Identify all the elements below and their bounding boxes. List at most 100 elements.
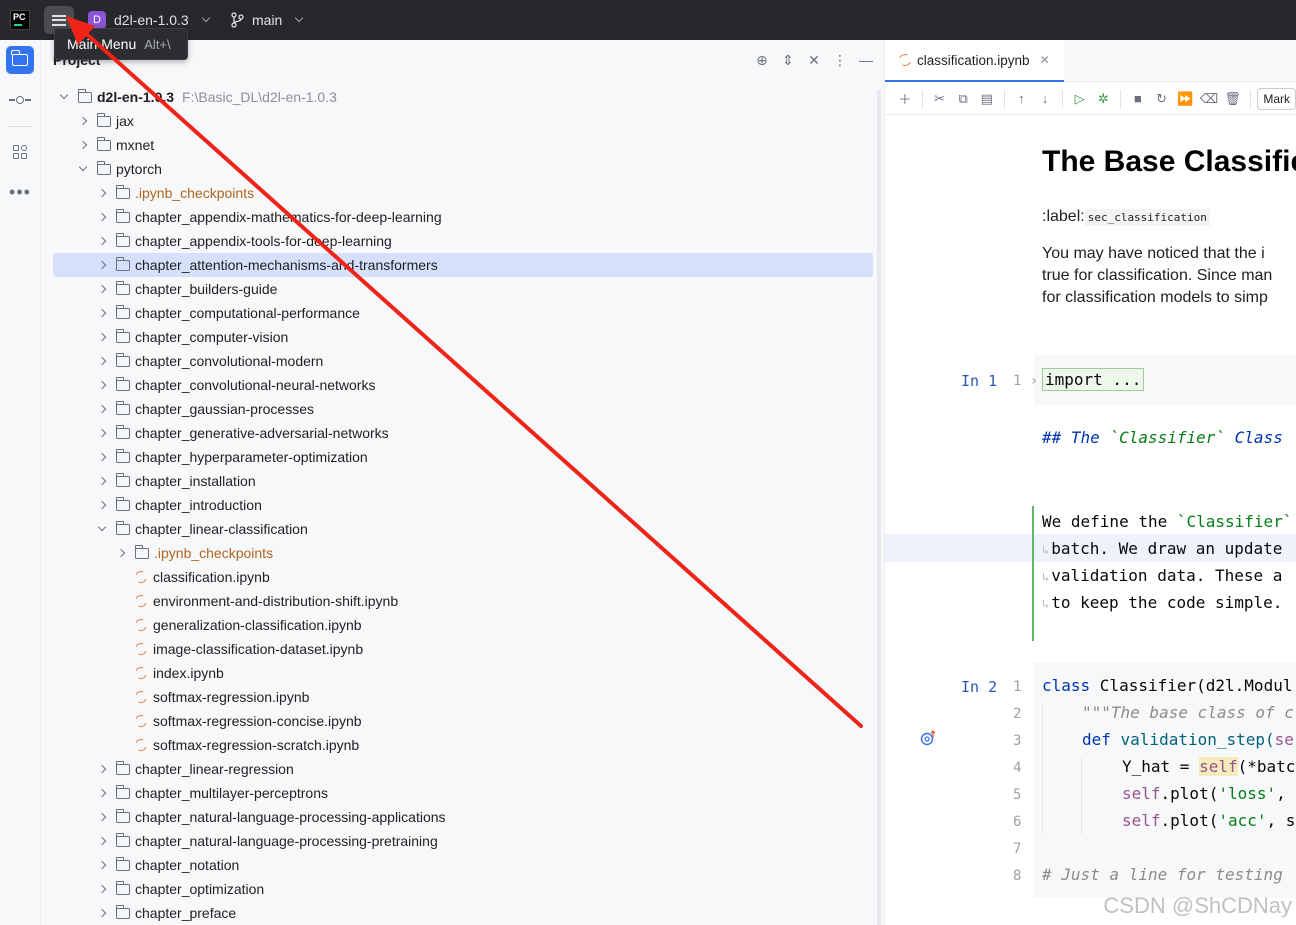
restart-icon[interactable]: ↻ (1152, 88, 1172, 110)
tree-item-folder[interactable]: chapter_preface (53, 901, 873, 925)
chevron-right-icon[interactable] (97, 805, 109, 829)
tree-item-label: chapter_generative-adversarial-networks (135, 425, 389, 441)
tree-item-label: chapter_introduction (135, 497, 262, 513)
folder-icon (115, 904, 130, 919)
tree-item-notebook[interactable]: softmax-regression-scratch.ipynb (53, 733, 873, 757)
tree-item-folder[interactable]: chapter_computer-vision (53, 325, 873, 349)
cut-icon[interactable]: ✂ (930, 88, 950, 110)
chevron-right-icon[interactable] (97, 205, 109, 229)
chevron-right-icon[interactable] (97, 877, 109, 901)
scrollbar[interactable] (877, 90, 881, 925)
chevron-right-icon[interactable] (97, 757, 109, 781)
add-cell-icon[interactable]: ＋ (895, 88, 915, 110)
folder-icon (115, 784, 130, 799)
chevron-right-icon[interactable] (97, 349, 109, 373)
debug-icon[interactable]: ✲ (1093, 88, 1113, 110)
chevron-right-icon[interactable] (97, 301, 109, 325)
chevron-right-icon[interactable] (97, 469, 109, 493)
delete-icon[interactable]: 🗑 (1223, 88, 1243, 110)
tree-item-folder[interactable]: chapter_linear-classification (53, 517, 873, 541)
tree-item-folder[interactable]: chapter_linear-regression (53, 757, 873, 781)
tree-item-notebook[interactable]: softmax-regression-concise.ipynb (53, 709, 873, 733)
clear-outputs-icon[interactable]: ⌫ (1199, 88, 1219, 110)
chevron-right-icon[interactable] (97, 373, 109, 397)
run-all-icon[interactable]: ⏩ (1175, 88, 1195, 110)
chevron-right-icon[interactable] (97, 253, 109, 277)
close-icon[interactable]: ✕ (1040, 53, 1050, 67)
locate-icon[interactable]: ⊕ (754, 52, 770, 69)
cell-type-select[interactable]: Mark (1257, 87, 1296, 110)
chevron-down-icon[interactable] (97, 517, 109, 541)
code-line: self.plot('acc', s (1122, 811, 1296, 830)
chevron-right-icon[interactable] (97, 853, 109, 877)
chevron-down-icon[interactable] (78, 157, 90, 181)
tree-item-folder[interactable]: chapter_convolutional-modern (53, 349, 873, 373)
tree-item-folder[interactable]: mxnet (53, 133, 873, 157)
tree-item-folder[interactable]: chapter_notation (53, 853, 873, 877)
copy-icon[interactable]: ⧉ (953, 88, 973, 110)
tree-item-folder[interactable]: chapter_generative-adversarial-networks (53, 421, 873, 445)
tree-item-folder[interactable]: chapter_appendix-mathematics-for-deep-le… (53, 205, 873, 229)
collapse-all-icon[interactable]: ✕ (806, 52, 822, 69)
options-icon[interactable]: ⋮ (832, 52, 848, 69)
chevron-right-icon[interactable] (97, 781, 109, 805)
stop-icon[interactable]: ■ (1128, 88, 1148, 110)
tree-item-folder[interactable]: chapter_builders-guide (53, 277, 873, 301)
tree-item-folder[interactable]: d2l-en-1.0.3 F:\Basic_DL\d2l-en-1.0.3 (53, 85, 873, 109)
implements-marker-icon[interactable] (919, 728, 939, 748)
chevron-right-icon[interactable] (97, 445, 109, 469)
folded-import[interactable]: import ... (1042, 368, 1145, 391)
project-tool-button[interactable] (6, 46, 34, 74)
tree-item-folder[interactable]: chapter_installation (53, 469, 873, 493)
tree-item-folder[interactable]: chapter_natural-language-processing-appl… (53, 805, 873, 829)
run-cell-icon[interactable]: ▷ (1070, 88, 1090, 110)
tree-item-folder[interactable]: chapter_attention-mechanisms-and-transfo… (53, 253, 873, 277)
chevron-right-icon[interactable] (97, 325, 109, 349)
tree-item-folder[interactable]: chapter_introduction (53, 493, 873, 517)
tree-item-folder[interactable]: .ipynb_checkpoints (53, 541, 873, 565)
chevron-right-icon[interactable] (97, 493, 109, 517)
title-bar: PC D d2l-en-1.0.3 main (0, 0, 1296, 40)
line-number: 8 (1013, 868, 1022, 884)
tree-item-notebook[interactable]: generalization-classification.ipynb (53, 613, 873, 637)
tree-item-folder[interactable]: chapter_appendix-tools-for-deep-learning (53, 229, 873, 253)
tree-item-notebook[interactable]: softmax-regression.ipynb (53, 685, 873, 709)
tree-item-folder[interactable]: chapter_convolutional-neural-networks (53, 373, 873, 397)
vcs-branch-switcher[interactable]: main (230, 0, 304, 40)
structure-tool-button[interactable] (6, 138, 34, 166)
commit-tool-button[interactable] (6, 86, 34, 114)
tree-item-folder[interactable]: jax (53, 109, 873, 133)
chevron-right-icon[interactable] (97, 229, 109, 253)
tree-item-folder[interactable]: chapter_multilayer-perceptrons (53, 781, 873, 805)
tree-item-notebook[interactable]: environment-and-distribution-shift.ipynb (53, 589, 873, 613)
tree-item-folder[interactable]: chapter_gaussian-processes (53, 397, 873, 421)
expand-all-icon[interactable]: ⇕ (780, 52, 796, 69)
more-tools-button[interactable]: ••• (6, 178, 34, 206)
chevron-right-icon[interactable] (97, 421, 109, 445)
tree-item-folder[interactable]: chapter_hyperparameter-optimization (53, 445, 873, 469)
hide-icon[interactable]: — (858, 52, 874, 69)
tree-item-notebook[interactable]: index.ipynb (53, 661, 873, 685)
tree-item-notebook[interactable]: image-classification-dataset.ipynb (53, 637, 873, 661)
chevron-right-icon[interactable] (97, 277, 109, 301)
chevron-right-icon[interactable] (97, 901, 109, 925)
chevron-right-icon[interactable] (116, 541, 128, 565)
tree-item-folder[interactable]: chapter_natural-language-processing-pret… (53, 829, 873, 853)
chevron-right-icon[interactable] (97, 397, 109, 421)
chevron-down-icon[interactable] (59, 85, 71, 109)
chevron-right-icon[interactable] (78, 109, 90, 133)
tree-item-folder[interactable]: .ipynb_checkpoints (53, 181, 873, 205)
code-cell-2[interactable] (1034, 662, 1296, 898)
move-down-icon[interactable]: ↓ (1035, 88, 1055, 110)
tree-item-folder[interactable]: chapter_computational-performance (53, 301, 873, 325)
panel-splitter[interactable] (874, 40, 885, 925)
chevron-right-icon[interactable] (97, 829, 109, 853)
chevron-right-icon[interactable] (78, 133, 90, 157)
tree-item-folder[interactable]: chapter_optimization (53, 877, 873, 901)
tab-classification-ipynb[interactable]: classification.ipynb ✕ (885, 40, 1064, 82)
tree-item-folder[interactable]: pytorch (53, 157, 873, 181)
move-up-icon[interactable]: ↑ (1012, 88, 1032, 110)
paste-icon[interactable]: ▤ (977, 88, 997, 110)
tree-item-notebook[interactable]: classification.ipynb (53, 565, 873, 589)
chevron-right-icon[interactable] (97, 181, 109, 205)
